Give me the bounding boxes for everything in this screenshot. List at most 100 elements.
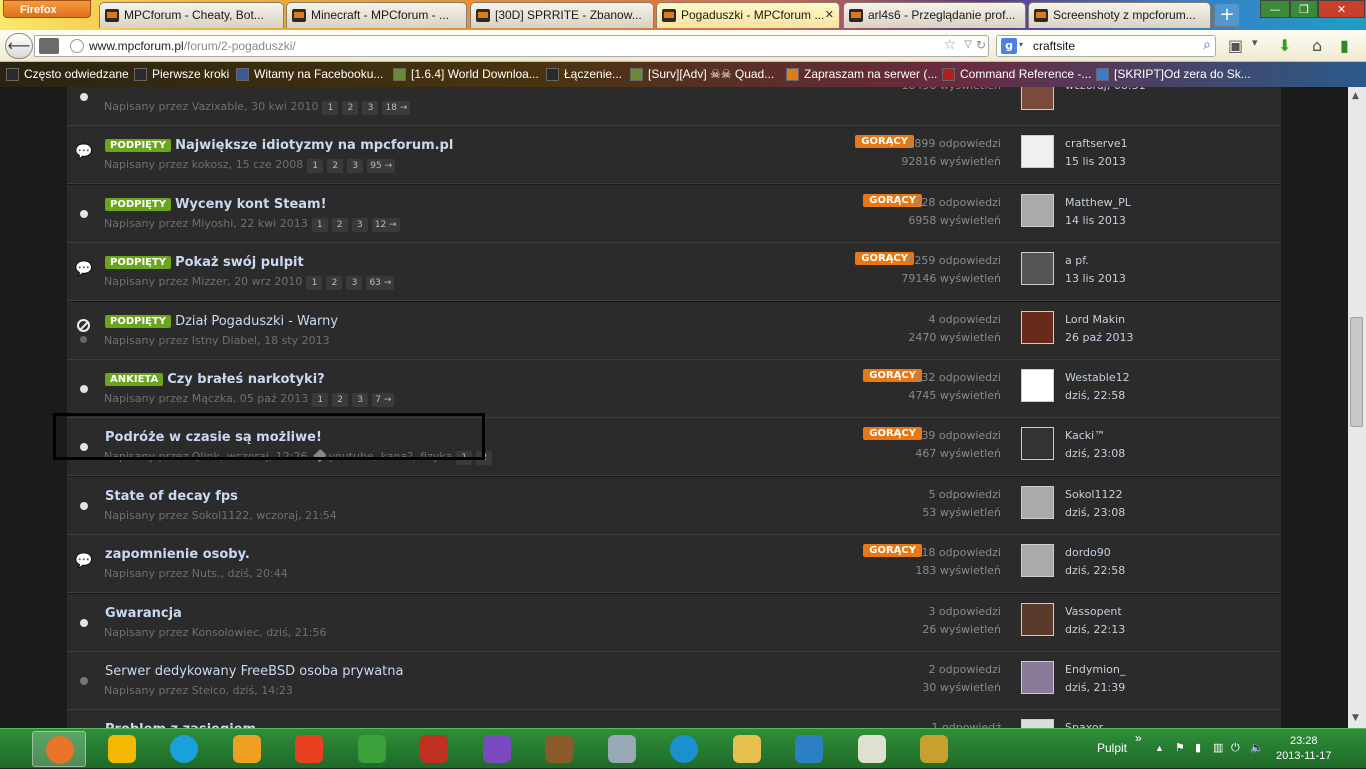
page-link[interactable]: 3 — [352, 393, 369, 407]
page-link[interactable]: 95 → — [367, 159, 396, 174]
taskbar-firefox-button[interactable] — [32, 731, 86, 767]
page-link[interactable]: 18 → — [382, 101, 411, 115]
avatar[interactable] — [1021, 544, 1054, 578]
bookmark-item[interactable]: Command Reference -... — [942, 67, 1091, 81]
page-link[interactable]: 1 — [307, 159, 324, 174]
bookmarks-dropdown-icon[interactable]: ▾ — [1252, 36, 1258, 49]
last-post-date[interactable]: dziś, 22:13 — [1065, 621, 1125, 639]
taskbar-chat-app-button[interactable] — [657, 731, 711, 767]
minimize-button[interactable]: — — [1260, 0, 1290, 18]
search-bar[interactable]: g ▾ craftsite ⌕ — [996, 35, 1216, 57]
page-link[interactable]: 2 — [342, 101, 359, 115]
topic-title-link[interactable]: Gwarancja — [105, 606, 182, 621]
tab-minecraft[interactable]: Minecraft - MPCforum - ... — [286, 2, 467, 28]
avatar[interactable] — [1021, 661, 1054, 694]
avatar[interactable] — [1021, 369, 1054, 402]
topic-title-link[interactable]: State of decay fps — [105, 489, 238, 504]
search-input[interactable]: craftsite — [1033, 39, 1075, 53]
taskbar-avatar-app-button[interactable] — [407, 731, 461, 767]
tab-pogaduszki[interactable]: Pogaduszki - MPCforum ... ✕ — [656, 2, 840, 28]
desktop-toolbar-label[interactable]: Pulpit — [1097, 741, 1127, 755]
download-icon[interactable]: ⬇ — [1278, 36, 1291, 55]
taskbar-league-of-legends-button[interactable] — [907, 731, 961, 767]
taskbar-skype-button[interactable] — [157, 731, 211, 767]
avatar[interactable] — [1021, 427, 1054, 461]
topic-title-link[interactable]: Największe idiotyzmy na mpcforum.pl — [175, 138, 453, 153]
page-link[interactable]: 1 — [322, 101, 339, 115]
topic-title[interactable]: ANKIETA Czy brałeś narkotyki? — [105, 372, 325, 387]
page-link[interactable]: 7 → — [372, 393, 395, 407]
flag-icon[interactable]: ⚑ — [1175, 742, 1187, 754]
avatar[interactable] — [1021, 719, 1054, 728]
topic-title[interactable]: PODPIĘTY Wyceny kont Steam! — [105, 197, 327, 212]
network-icon[interactable]: ▥ — [1213, 742, 1225, 754]
tab-mpcforum-cheaty[interactable]: MPCforum - Cheaty, Bot... — [99, 2, 284, 28]
page-link[interactable]: 2 — [326, 276, 343, 291]
last-poster[interactable]: Westable12 — [1065, 369, 1130, 387]
topic-title[interactable]: Serwer dedykowany FreeBSD osoba prywatna — [105, 664, 403, 679]
history-dropdown-icon[interactable]: ▽ — [964, 39, 972, 50]
topic-row[interactable]: 💬 zapomnienie osoby. Napisany przez Nuts.,… — [67, 535, 1281, 594]
tray-expand-icon[interactable]: ▲ — [1155, 742, 1167, 754]
last-poster[interactable]: a pf. — [1065, 252, 1126, 270]
topic-title-link[interactable]: Pokaż swój pulpit — [175, 255, 304, 270]
avatar[interactable] — [1021, 602, 1054, 636]
battery-icon[interactable]: ▮ — [1195, 742, 1207, 754]
topic-title[interactable]: PODPIĘTY Pokaż swój pulpit — [105, 255, 304, 270]
page-link[interactable]: 3 — [346, 276, 363, 291]
firefox-menu-button[interactable]: Firefox — [3, 0, 91, 18]
topic-row[interactable]: Napisany przez Vazixable, 30 kwi 2010 1 2 3… — [67, 87, 1281, 126]
topic-row[interactable]: State of decay fps Napisany przez Sokol11… — [67, 476, 1281, 535]
page-link[interactable]: 1 — [312, 393, 329, 407]
topic-row[interactable]: Serwer dedykowany FreeBSD osoba prywatna… — [67, 652, 1281, 710]
bookmark-item[interactable]: Często odwiedzane — [6, 67, 129, 81]
last-poster[interactable]: Kacki™ — [1065, 427, 1125, 445]
bookmark-item[interactable]: [SKRIPT]Od zera do Sk... — [1096, 67, 1251, 81]
page-link[interactable]: 2 — [332, 393, 349, 407]
bookmarks-menu-icon[interactable]: ▣ — [1228, 36, 1243, 55]
bookmark-item[interactable]: [1.6.4] World Downloa... — [393, 67, 539, 81]
taskbar-monitor-app-button[interactable] — [595, 731, 649, 767]
last-poster[interactable]: Spaxor — [1065, 719, 1103, 728]
last-post-date[interactable]: dziś, 23:08 — [1065, 445, 1125, 463]
avatar[interactable] — [1021, 485, 1054, 519]
topic-row[interactable]: Problem z zasięgiem1 odpowiedźSpaxor — [67, 710, 1281, 728]
page-link[interactable]: 3 — [351, 217, 368, 232]
volume-icon[interactable]: 🔈 — [1250, 742, 1264, 754]
page-link[interactable]: 2 — [327, 159, 344, 174]
toolbar-chevron-icon[interactable]: » — [1135, 731, 1142, 745]
topic-title-link[interactable]: zapomnienie osoby. — [105, 547, 250, 562]
page-link[interactable]: 63 → — [366, 276, 395, 291]
avatar[interactable] — [1021, 135, 1054, 169]
topic-title[interactable]: zapomnienie osoby. — [105, 547, 250, 562]
avatar[interactable] — [1021, 87, 1054, 110]
topic-title[interactable]: Gwarancja — [105, 606, 182, 621]
page-link[interactable]: 1 — [311, 217, 328, 232]
bookmark-star-icon[interactable]: ☆ — [943, 37, 956, 53]
back-button[interactable]: ⟵ — [5, 33, 33, 59]
new-tab-button[interactable]: + — [1214, 3, 1240, 27]
restore-button[interactable]: ❐ — [1290, 0, 1318, 18]
bookmark-item[interactable]: [Surv][Adv] ☠☠ Quad... — [630, 67, 774, 81]
scrollbar[interactable]: ▲ ▼ — [1348, 87, 1366, 728]
last-poster[interactable]: Sokol1122 — [1065, 486, 1125, 504]
url-bar[interactable]: www.mpcforum.pl/forum/2-pogaduszki/ ☆ ▽ … — [34, 35, 989, 57]
reload-icon[interactable]: ↻ — [976, 38, 986, 52]
topic-title[interactable]: PODPIĘTY Dział Pogaduszki - Warny — [105, 314, 338, 329]
last-poster[interactable]: Endymion_ — [1065, 661, 1125, 679]
bookmark-item[interactable]: Witamy na Facebooku... — [236, 67, 383, 81]
taskbar-paint-button[interactable] — [845, 731, 899, 767]
close-window-button[interactable]: ✕ — [1318, 0, 1365, 18]
topic-title-link[interactable]: Czy brałeś narkotyki? — [167, 372, 325, 387]
tab-screenshoty[interactable]: Screenshoty z mpcforum... — [1028, 2, 1211, 28]
power-icon[interactable]: ⏻ — [1231, 742, 1243, 754]
bookmark-item[interactable]: Zapraszam na serwer (... — [786, 67, 937, 81]
last-post-date[interactable]: dziś, 22:58 — [1065, 562, 1125, 580]
topic-row[interactable]: 💬 PODPIĘTY Największe idiotyzmy na mpcforu… — [67, 126, 1281, 185]
topic-title-link[interactable]: Dział Pogaduszki - Warny — [175, 314, 338, 329]
clock[interactable]: 23:28 2013-11-17 — [1276, 734, 1331, 764]
page-link[interactable]: 2 — [331, 217, 348, 232]
scroll-down-icon[interactable]: ▼ — [1352, 713, 1359, 723]
last-post-date[interactable]: dziś, 22:58 — [1065, 387, 1130, 405]
topic-title[interactable]: PODPIĘTY Największe idiotyzmy na mpcforum… — [105, 138, 453, 153]
